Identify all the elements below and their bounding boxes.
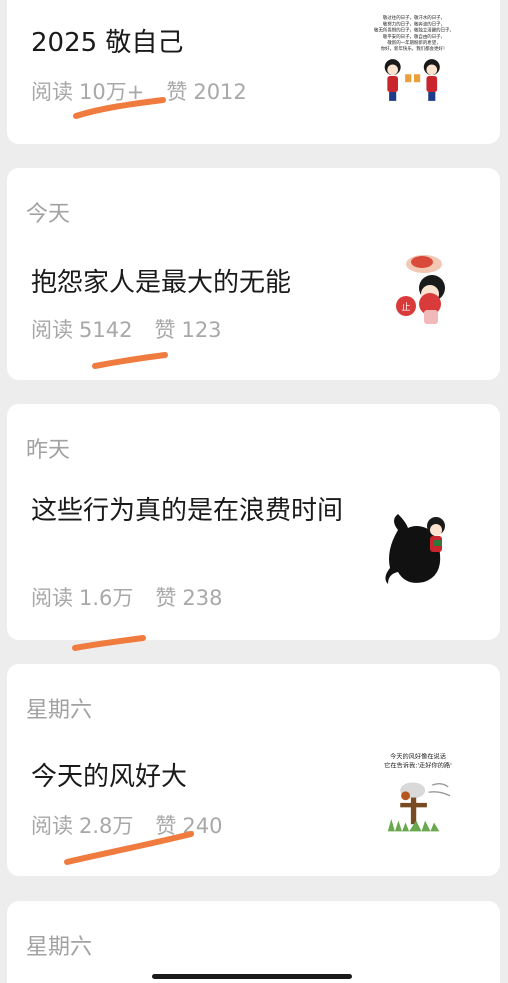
article-title: 抱怨家人是最大的无能	[31, 268, 292, 298]
svg-text:你好，新年快乐，我们都会更好！: 你好，新年快乐，我们都会更好！	[381, 45, 448, 52]
date-label: 星期六	[26, 935, 93, 960]
article-title: 这些行为真的是在浪费时间	[31, 496, 344, 526]
article-stats: 阅读 1.6万赞 238	[31, 582, 229, 612]
article-card-2[interactable]: 今天 抱怨家人是最大的无能 阅读 5142 赞 123 止	[7, 168, 500, 380]
read-label: 阅读	[31, 814, 73, 838]
like-count: 123	[181, 318, 222, 342]
svg-text:止: 止	[401, 301, 410, 313]
like-count: 2012	[193, 80, 247, 104]
read-count: 10万+	[79, 80, 145, 104]
article-title: 2025 敬自己	[31, 28, 184, 58]
like-count: 240	[182, 814, 223, 838]
article-card-1[interactable]: 2025 敬自己 阅读 10万+ 赞 2012 敬过往的日子，敬汗水的日子， 敬努力的…	[7, 0, 500, 144]
like-label: 赞	[166, 80, 188, 104]
article-stats: 阅读 2.8万赞 240	[31, 810, 229, 840]
article-card-3[interactable]: 昨天 这些行为真的是在浪费时间 阅读 1.6万赞 238	[7, 404, 500, 651]
svg-text:今天的风好像在说话: 今天的风好像在说话	[390, 752, 446, 760]
like-label: 赞	[154, 318, 176, 342]
orange-underline-annotation	[72, 635, 146, 651]
scarecrow-wind-thumbnail: 今天的风好像在说话 它在告诉我:'走好你的路'	[370, 746, 478, 846]
article-list-page: 2025 敬自己 阅读 10万+ 赞 2012 敬过往的日子，敬汗水的日子， 敬努力的…	[0, 0, 508, 983]
read-label: 阅读	[31, 80, 73, 104]
read-count: 1.6万	[79, 586, 134, 610]
like-count: 238	[182, 586, 223, 610]
date-label: 今天	[26, 202, 71, 227]
svg-text:敬努力的日子，敬奔波的日子，: 敬努力的日子，敬奔波的日子，	[383, 20, 445, 27]
svg-text:它在告诉我:'走好你的路': 它在告诉我:'走好你的路'	[384, 761, 452, 769]
date-label: 昨天	[26, 438, 71, 463]
svg-text:敬过往的日子，敬汗水的日子，: 敬过往的日子，敬汗水的日子，	[383, 14, 445, 21]
read-label: 阅读	[31, 318, 73, 342]
article-card-5[interactable]: 星期六	[7, 901, 500, 983]
read-count: 2.8万	[79, 814, 134, 838]
home-indicator[interactable]	[152, 974, 352, 979]
like-label: 赞	[155, 586, 177, 610]
cheers-cartoon-thumbnail: 敬过往的日子，敬汗水的日子， 敬努力的日子，敬奔波的日子， 敬无所畏惧的日子，敬…	[366, 12, 470, 120]
svg-text:敬无所畏惧的日子，敬独立清醒的日子，: 敬无所畏惧的日子，敬独立清醒的日子，	[374, 27, 454, 34]
orange-underline-annotation	[92, 352, 168, 369]
read-count: 5142	[79, 318, 133, 342]
svg-text:敬新的一年期盼新的希望，: 敬新的一年期盼新的希望，	[387, 39, 440, 46]
date-label: 星期六	[26, 698, 93, 723]
like-label: 赞	[155, 814, 177, 838]
article-stats: 阅读 10万+ 赞 2012	[31, 76, 253, 106]
article-stats: 阅读 5142 赞 123	[31, 314, 228, 344]
read-label: 阅读	[31, 586, 73, 610]
svg-text:敬平安的日子，敬自由的日子，: 敬平安的日子，敬自由的日子，	[383, 33, 445, 40]
article-card-4[interactable]: 星期六 今天的风好大 阅读 2.8万赞 240 今天的风好像在说话 它在告诉我:'走…	[7, 664, 500, 876]
girl-with-fan-thumbnail: 止	[376, 244, 472, 340]
girl-with-black-cat-thumbnail	[376, 500, 472, 596]
article-title: 今天的风好大	[31, 762, 188, 792]
